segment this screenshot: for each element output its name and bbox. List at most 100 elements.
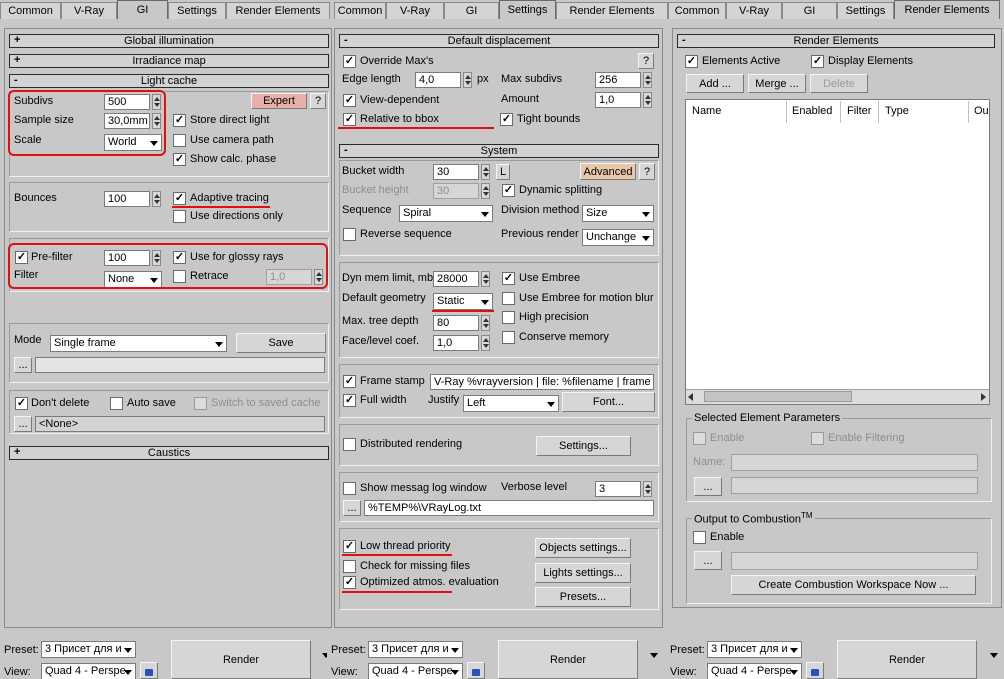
advanced-button[interactable]: Advanced <box>580 163 636 180</box>
elements-list[interactable] <box>685 99 990 405</box>
full-width-checkbox[interactable]: ✓ <box>343 394 356 407</box>
amount-input[interactable]: 1,0 <box>595 92 641 108</box>
tab-vray[interactable]: V-Ray <box>726 2 782 19</box>
system-help-button[interactable]: ? <box>639 163 655 180</box>
use-camera-checkbox[interactable] <box>173 134 186 147</box>
face-level-spinner[interactable] <box>481 335 490 351</box>
bounces-spinner[interactable] <box>152 191 161 207</box>
element-path-field[interactable] <box>731 477 978 494</box>
dont-delete-checkbox[interactable]: ✓ <box>15 397 28 410</box>
merge-button[interactable]: Merge ... <box>748 74 806 93</box>
conserve-memory-checkbox[interactable] <box>502 331 515 344</box>
bucket-width-spinner[interactable] <box>481 164 490 180</box>
combustion-enable-checkbox[interactable] <box>693 531 706 544</box>
view-dropdown[interactable]: Quad 4 - Perspe <box>41 663 136 679</box>
rollout-render-elements[interactable]: - Render Elements <box>677 34 995 48</box>
justify-dropdown[interactable]: Left <box>463 395 559 412</box>
tab-render-elements[interactable]: Render Elements <box>556 2 668 19</box>
face-level-input[interactable]: 1,0 <box>433 335 479 351</box>
preset-dropdown[interactable]: 3 Присет для и <box>368 641 463 658</box>
bucket-height-spinner[interactable] <box>481 183 490 199</box>
combustion-path-field[interactable] <box>731 552 978 570</box>
column-header-name[interactable]: Name <box>692 105 721 117</box>
create-combustion-button[interactable]: Create Combustion Workspace Now ... <box>731 575 976 595</box>
preset-dropdown[interactable]: 3 Присет для и <box>41 641 136 658</box>
previous-render-dropdown[interactable]: Unchange <box>582 229 654 246</box>
bounces-input[interactable]: 100 <box>104 191 150 207</box>
lights-settings-button[interactable]: Lights settings... <box>535 563 631 583</box>
element-browse-button[interactable]: ... <box>694 477 722 496</box>
view-dropdown[interactable]: Quad 4 - Perspe <box>368 663 463 679</box>
optimized-atmos-checkbox[interactable]: ✓ <box>343 576 356 589</box>
scroll-right-icon[interactable] <box>981 393 986 401</box>
rollout-default-displacement[interactable]: - Default displacement <box>339 34 659 48</box>
frame-stamp-input[interactable]: V-Ray %vrayversion | file: %filename | f… <box>430 374 654 390</box>
font-button[interactable]: Font... <box>562 392 655 412</box>
distributed-settings-button[interactable]: Settings... <box>536 436 631 456</box>
rollout-caustics[interactable]: + Caustics <box>9 446 329 460</box>
tab-gi[interactable]: GI <box>444 2 499 19</box>
low-thread-priority-checkbox[interactable]: ✓ <box>343 540 356 553</box>
tab-common[interactable]: Common <box>668 2 726 19</box>
edge-length-input[interactable]: 4,0 <box>415 72 461 88</box>
elements-active-checkbox[interactable]: ✓ <box>685 55 698 68</box>
view-dropdown[interactable]: Quad 4 - Perspe <box>707 663 802 679</box>
browse-button[interactable]: ... <box>14 357 32 373</box>
frame-stamp-checkbox[interactable]: ✓ <box>343 375 356 388</box>
tab-render-elements[interactable]: Render Elements <box>894 0 1000 19</box>
tab-settings[interactable]: Settings <box>499 0 556 19</box>
horizontal-scrollbar[interactable] <box>686 389 989 404</box>
dyn-mem-input[interactable]: 28000 <box>433 271 479 287</box>
render-button[interactable]: Render <box>498 640 638 679</box>
add-element-button[interactable]: Add ... <box>686 74 744 93</box>
switch-saved-checkbox[interactable] <box>194 397 207 410</box>
render-button[interactable]: Render <box>837 640 977 679</box>
store-direct-checkbox[interactable]: ✓ <box>173 114 186 127</box>
bucket-width-input[interactable]: 30 <box>433 164 479 180</box>
lock-view-button[interactable] <box>806 662 824 679</box>
save-button[interactable]: Save <box>236 333 326 353</box>
combustion-browse-button[interactable]: ... <box>694 551 722 570</box>
column-header-output[interactable]: Ou <box>974 105 989 117</box>
rollout-global-illumination[interactable]: + Global illumination <box>9 34 329 48</box>
rollout-light-cache[interactable]: - Light cache <box>9 74 329 88</box>
log-browse-button[interactable]: ... <box>343 500 361 516</box>
column-header-enabled[interactable]: Enabled <box>792 105 832 117</box>
element-name-field[interactable] <box>731 454 978 471</box>
use-embree-checkbox[interactable]: ✓ <box>502 272 515 285</box>
default-geometry-dropdown[interactable]: Static <box>433 293 493 310</box>
column-header-filter[interactable]: Filter <box>847 105 871 117</box>
tab-settings[interactable]: Settings <box>837 2 894 19</box>
tab-gi[interactable]: GI <box>117 0 168 19</box>
column-header-type[interactable]: Type <box>885 105 909 117</box>
max-subdivs-spinner[interactable] <box>643 72 652 88</box>
tab-common[interactable]: Common <box>334 2 386 19</box>
show-calc-checkbox[interactable]: ✓ <box>173 153 186 166</box>
check-missing-files-checkbox[interactable] <box>343 560 356 573</box>
division-method-dropdown[interactable]: Size <box>582 205 654 222</box>
max-subdivs-input[interactable]: 256 <box>595 72 641 88</box>
verbose-level-spinner[interactable] <box>643 481 652 497</box>
max-tree-depth-spinner[interactable] <box>481 315 490 331</box>
expert-button[interactable]: Expert <box>251 93 307 109</box>
tight-bounds-checkbox[interactable]: ✓ <box>500 113 513 126</box>
sequence-dropdown[interactable]: Spiral <box>399 205 493 222</box>
embree-motion-blur-checkbox[interactable] <box>502 292 515 305</box>
distributed-rendering-checkbox[interactable] <box>343 438 356 451</box>
objects-settings-button[interactable]: Objects settings... <box>535 538 631 558</box>
render-button[interactable]: Render <box>171 640 311 679</box>
display-elements-checkbox[interactable]: ✓ <box>811 55 824 68</box>
reverse-sequence-checkbox[interactable] <box>343 228 356 241</box>
tab-render-elements[interactable]: Render Elements <box>226 2 330 19</box>
scroll-left-icon[interactable] <box>688 393 693 401</box>
amount-spinner[interactable] <box>643 92 652 108</box>
lock-view-button[interactable] <box>140 662 158 679</box>
edge-length-spinner[interactable] <box>463 72 472 88</box>
verbose-level-input[interactable]: 3 <box>595 481 641 497</box>
rollout-system[interactable]: - System <box>339 144 659 158</box>
lock-view-button[interactable] <box>467 662 485 679</box>
tab-vray[interactable]: V-Ray <box>61 2 117 19</box>
disp-help-button[interactable]: ? <box>638 53 654 69</box>
tab-vray[interactable]: V-Ray <box>386 2 444 19</box>
dyn-mem-spinner[interactable] <box>481 271 490 287</box>
